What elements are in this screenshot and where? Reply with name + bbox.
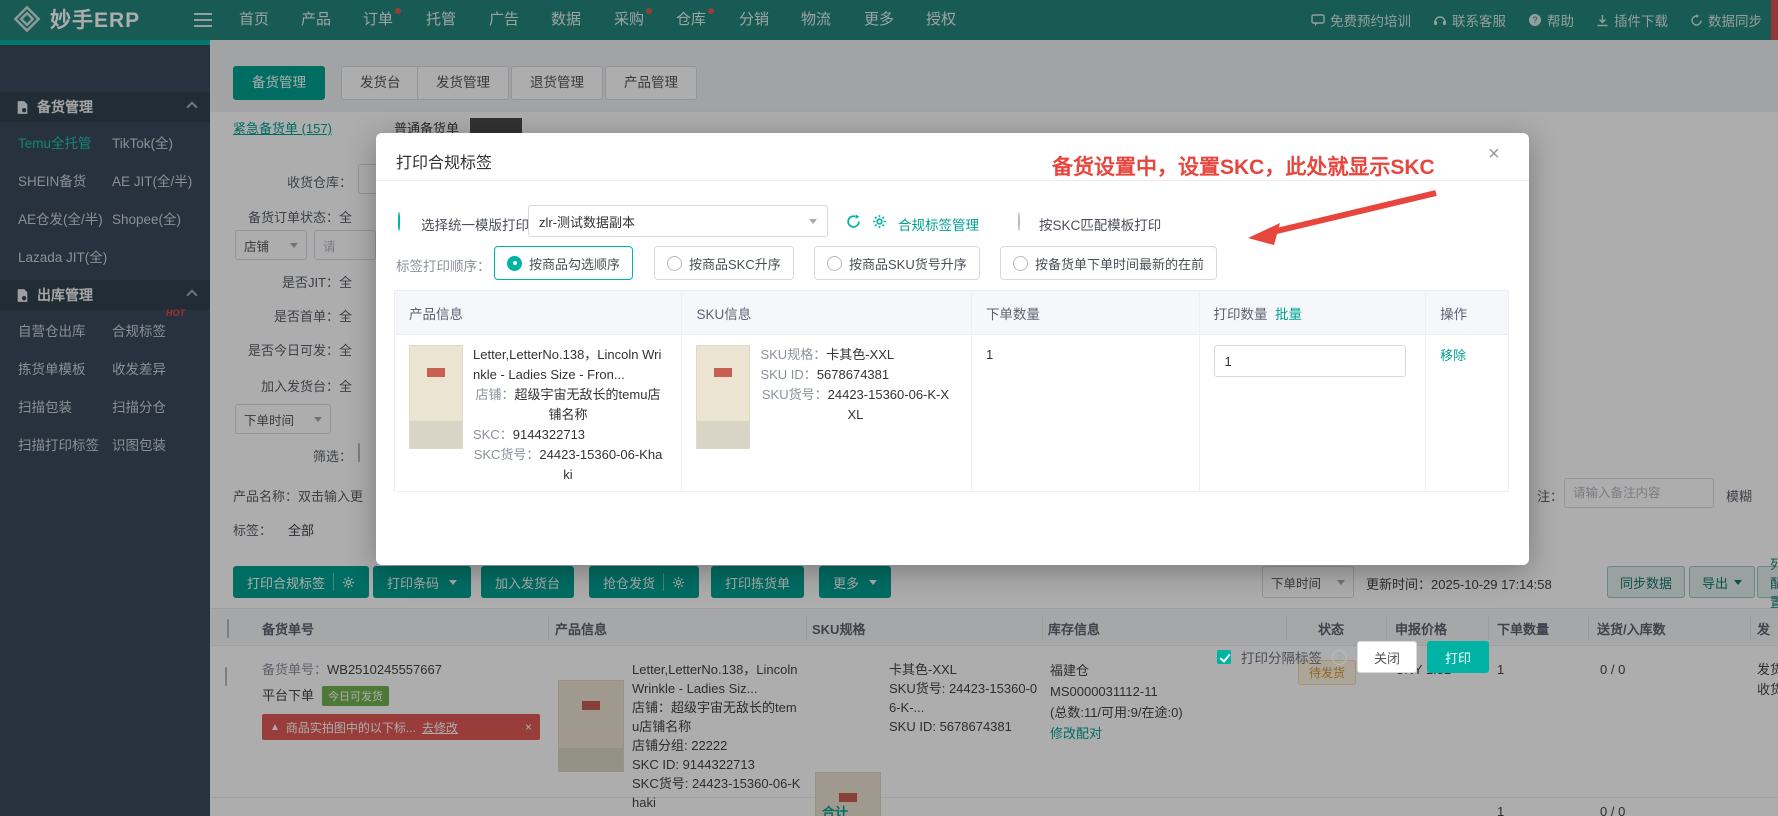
radio-icon	[827, 255, 842, 271]
manage-labels-link[interactable]: 合规标签管理	[898, 214, 979, 234]
modal-table-header: 产品信息 SKU信息 下单数量 打印数量 批量 操作	[395, 291, 1508, 334]
radio-icon	[507, 255, 522, 271]
radio-icon	[1013, 255, 1028, 271]
mcol-sku: SKU信息	[682, 292, 972, 333]
separator-label-checkbox[interactable]	[1216, 650, 1231, 664]
app-root: 妙手ERP 首页 产品 订单 托管 广告 数据 采购 仓库 分销 物流 更多 授…	[0, 0, 1778, 816]
template-select-value: zlr-测试数据副本	[539, 214, 636, 230]
skc-template-radio[interactable]	[1018, 212, 1020, 231]
print-order-label: 标签打印顺序：	[396, 259, 491, 274]
order-qty-value: 1	[985, 347, 994, 362]
order-option-checked[interactable]: 按商品勾选顺序	[494, 246, 634, 280]
shop-label: 店铺：	[475, 387, 515, 402]
unified-template-label[interactable]: 选择统一模版打印	[421, 214, 529, 234]
sku-no-label: SKU货号：	[761, 387, 828, 402]
modal-footer: 打印分隔标签 ? 关闭 打印	[376, 641, 1509, 673]
shop-name: 超级宇宙无敌长的temu店铺名称	[514, 387, 661, 422]
unified-template-radio[interactable]	[398, 212, 400, 231]
order-option-skc[interactable]: 按商品SKC升序	[654, 246, 794, 280]
skc-value: 9144322713	[512, 427, 586, 442]
question-icon[interactable]: ?	[1331, 649, 1347, 665]
product-thumbnail[interactable]	[409, 345, 463, 449]
sku-id-value: 5678674381	[816, 367, 890, 382]
mcol-order-qty: 下单数量	[972, 292, 1200, 333]
skc-template-label[interactable]: 按SKC匹配模板打印	[1039, 214, 1161, 234]
remove-link[interactable]: 移除	[1440, 348, 1466, 363]
modal-table: 产品信息 SKU信息 下单数量 打印数量 批量 操作 Letter,Letter…	[394, 290, 1509, 492]
order-option-sku-no[interactable]: 按商品SKU货号升序	[814, 246, 980, 280]
close-button[interactable]: 关闭	[1356, 641, 1417, 673]
print-qty-input[interactable]	[1213, 345, 1406, 377]
red-annotation: 备货设置中，设置SKC，此处就显示SKC	[1052, 156, 1435, 179]
separator-label-text: 打印分隔标签	[1240, 651, 1322, 666]
skc-label: SKC：	[473, 427, 513, 442]
template-select[interactable]: zlr-测试数据副本	[528, 205, 828, 237]
print-button[interactable]: 打印	[1426, 641, 1489, 673]
modal-title: 打印合规标签	[396, 155, 493, 172]
radio-icon	[667, 255, 682, 271]
gear-icon[interactable]	[872, 214, 887, 229]
sku-thumbnail[interactable]	[696, 345, 751, 449]
product-title[interactable]: Letter,LetterNo.138，Lincoln Wrinkle - La…	[473, 345, 663, 385]
sku-spec-label: SKU规格：	[760, 347, 827, 362]
sku-spec-value: 卡其色-XXL	[826, 347, 895, 362]
skc-no-label: SKC货号：	[473, 447, 540, 462]
sku-id-label: SKU ID：	[760, 367, 817, 382]
skc-no-value: 24423-15360-06-Khaki	[539, 447, 663, 482]
mcol-print-qty: 打印数量 批量	[1200, 292, 1427, 333]
mcol-action: 操作	[1440, 306, 1468, 322]
order-option-newest[interactable]: 按备货单下单时间最新的在前	[1000, 246, 1218, 280]
sku-no-value: 24423-15360-06-K-XXL	[827, 387, 950, 422]
print-compliance-modal: 打印合规标签 × 备货设置中，设置SKC，此处就显示SKC 选择统一模版打印 z…	[376, 133, 1529, 673]
red-arrow-icon	[1248, 190, 1437, 245]
refresh-icon[interactable]	[846, 214, 861, 229]
batch-link[interactable]: 批量	[1275, 307, 1302, 322]
chevron-down-icon	[809, 218, 817, 224]
modal-table-row: Letter,LetterNo.138，Lincoln Wrinkle - La…	[395, 334, 1508, 491]
mcol-product: 产品信息	[395, 292, 683, 333]
